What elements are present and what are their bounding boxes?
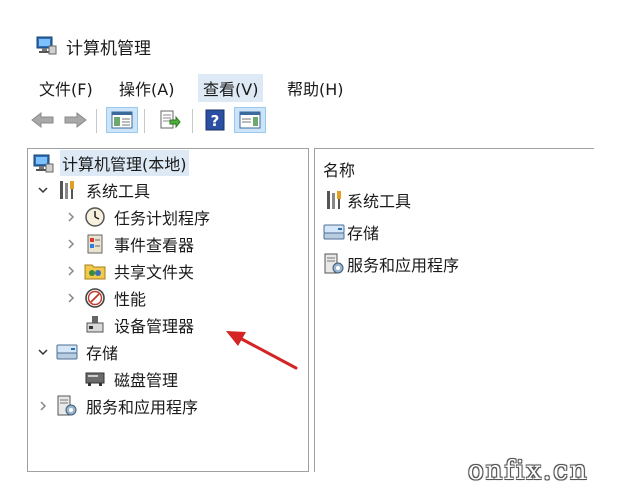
watermark: onfix.cn [468,456,589,486]
annotation-arrow [226,331,298,370]
